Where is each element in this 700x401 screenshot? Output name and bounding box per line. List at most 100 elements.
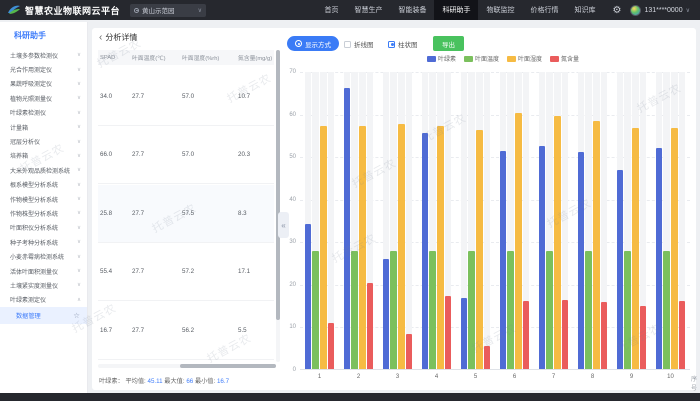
bar-叶绿素-9[interactable] bbox=[617, 170, 623, 369]
nav-item-智慧生产[interactable]: 智慧生产 bbox=[346, 0, 390, 20]
nav-item-首页[interactable]: 首页 bbox=[316, 0, 346, 20]
sidebar-item-植物光照测量仪[interactable]: 植物光照测量仪∨ bbox=[0, 91, 87, 105]
bar-叶面湿度-7[interactable] bbox=[554, 116, 560, 369]
y-tick-label: 40 bbox=[282, 197, 296, 203]
bar-叶面温度-4[interactable] bbox=[429, 251, 435, 369]
user-menu[interactable]: 131****0000 ∨ bbox=[630, 5, 700, 16]
bar-叶面湿度-10[interactable] bbox=[671, 128, 677, 369]
checkbox-unchecked-icon[interactable] bbox=[344, 41, 351, 48]
bar-叶面湿度-3[interactable] bbox=[398, 124, 404, 369]
bar-氮含量-2[interactable] bbox=[367, 283, 373, 369]
legend-item-氮含量[interactable]: 氮含量 bbox=[550, 54, 579, 63]
column-header: SPAD bbox=[98, 55, 130, 61]
bar-叶面湿度-5[interactable] bbox=[476, 130, 482, 369]
bar-叶面湿度-8[interactable] bbox=[593, 121, 599, 369]
nav-item-科研助手[interactable]: 科研助手 bbox=[434, 0, 478, 20]
sidebar-item-根系模型分析系统[interactable]: 根系模型分析系统∨ bbox=[0, 178, 87, 192]
collapse-panel-button[interactable]: « bbox=[278, 212, 289, 238]
table-row[interactable]: 16.727.756.25.5 bbox=[98, 302, 274, 360]
legend-item-叶面湿度[interactable]: 叶面湿度 bbox=[507, 54, 542, 63]
bar-叶面温度-9[interactable] bbox=[624, 251, 630, 369]
bar-叶绿素-5[interactable] bbox=[461, 298, 467, 369]
radio-checked-icon[interactable] bbox=[388, 41, 395, 48]
sidebar-item-叶绿素测定仪[interactable]: 叶绿素测定仪∧ bbox=[0, 293, 87, 307]
sidebar-item-冠层分析仪[interactable]: 冠层分析仪∨ bbox=[0, 134, 87, 148]
bar-氮含量-4[interactable] bbox=[445, 296, 451, 369]
bar-background bbox=[484, 72, 490, 369]
table-row[interactable]: 66.027.757.020.3 bbox=[98, 126, 274, 184]
bar-叶面温度-10[interactable] bbox=[663, 251, 669, 369]
bar-氮含量-3[interactable] bbox=[406, 334, 412, 369]
table-row[interactable]: 25.827.757.58.3 bbox=[98, 185, 274, 243]
bar-叶绿素-7[interactable] bbox=[539, 146, 545, 369]
nav-item-物联监控[interactable]: 物联监控 bbox=[478, 0, 522, 20]
bar-氮含量-5[interactable] bbox=[484, 346, 490, 369]
vertical-scrollbar[interactable] bbox=[276, 50, 280, 362]
chevron-down-icon: ∨ bbox=[686, 7, 690, 14]
bar-叶绿素-8[interactable] bbox=[578, 152, 584, 369]
sidebar-item-计量箱[interactable]: 计量箱∨ bbox=[0, 120, 87, 134]
table-row[interactable]: 55.427.757.217.1 bbox=[98, 243, 274, 301]
sidebar-item-叶面积仪分析系统[interactable]: 叶面积仪分析系统∨ bbox=[0, 221, 87, 235]
bar-氮含量-1[interactable] bbox=[328, 323, 334, 369]
bar-叶面温度-5[interactable] bbox=[468, 251, 474, 369]
bar-氮含量-9[interactable] bbox=[640, 306, 646, 369]
nav-item-价格行情[interactable]: 价格行情 bbox=[522, 0, 566, 20]
bar-叶面湿度-2[interactable] bbox=[359, 126, 365, 369]
sidebar-item-作物模型分析系统[interactable]: 作物模型分析系统∨ bbox=[0, 192, 87, 206]
bar-叶面湿度-1[interactable] bbox=[320, 126, 326, 369]
bar-叶面温度-3[interactable] bbox=[390, 251, 396, 369]
bar-氮含量-8[interactable] bbox=[601, 302, 607, 369]
bar-叶绿素-6[interactable] bbox=[500, 151, 506, 369]
bar-氮含量-7[interactable] bbox=[562, 300, 568, 369]
legend-item-叶绿素[interactable]: 叶绿素 bbox=[427, 54, 456, 63]
bar-氮含量-6[interactable] bbox=[523, 301, 529, 369]
site-selector-dropdown[interactable]: 黄山示范园 ∨ bbox=[130, 4, 206, 17]
sidebar-subitem-数据管理[interactable]: 数据管理☆ bbox=[0, 307, 87, 324]
star-icon[interactable]: ☆ bbox=[73, 311, 80, 320]
bar-叶绿素-1[interactable] bbox=[305, 224, 311, 369]
bar-chart-option[interactable]: 柱状图 bbox=[388, 39, 418, 49]
legend-swatch bbox=[427, 56, 436, 62]
table-cell: 25.8 bbox=[98, 210, 130, 217]
back-icon[interactable]: ‹ bbox=[99, 34, 102, 42]
vertical-scrollbar-thumb[interactable] bbox=[276, 50, 280, 320]
bar-叶面温度-8[interactable] bbox=[585, 251, 591, 369]
bar-叶面温度-6[interactable] bbox=[507, 251, 513, 369]
bar-叶面湿度-6[interactable] bbox=[515, 113, 521, 369]
bar-叶面湿度-4[interactable] bbox=[437, 126, 443, 370]
bar-叶面温度-2[interactable] bbox=[351, 251, 357, 369]
table-row[interactable]: 34.027.757.010.7 bbox=[98, 68, 274, 126]
export-button[interactable]: 导出 bbox=[433, 36, 464, 51]
bar-叶面温度-1[interactable] bbox=[312, 251, 318, 369]
display-mode-button[interactable]: 显示方式 bbox=[287, 36, 339, 51]
sidebar-item-活体叶面积测量仪[interactable]: 活体叶面积测量仪∨ bbox=[0, 264, 87, 278]
sidebar-item-果蔬呼吸测定仪[interactable]: 果蔬呼吸测定仪∨ bbox=[0, 77, 87, 91]
sidebar-item-大米外观品质检测系统[interactable]: 大米外观品质检测系统∨ bbox=[0, 163, 87, 177]
nav-item-知识库[interactable]: 知识库 bbox=[566, 0, 603, 20]
sidebar-item-光合作用测定仪[interactable]: 光合作用测定仪∨ bbox=[0, 62, 87, 76]
horizontal-scrollbar[interactable] bbox=[98, 364, 276, 368]
bar-叶绿素-10[interactable] bbox=[656, 148, 662, 369]
chevron-down-icon: ∨ bbox=[77, 225, 81, 231]
legend-item-叶面温度[interactable]: 叶面温度 bbox=[464, 54, 499, 63]
table-cell: 27.7 bbox=[130, 327, 180, 334]
sidebar-item-叶绿素检测仪[interactable]: 叶绿素检测仪∨ bbox=[0, 106, 87, 120]
bar-氮含量-10[interactable] bbox=[679, 301, 685, 369]
line-chart-option[interactable]: 折线图 bbox=[344, 39, 374, 49]
bar-叶绿素-3[interactable] bbox=[383, 259, 389, 369]
sidebar-item-土壤多参数检测仪[interactable]: 土壤多参数检测仪∨ bbox=[0, 48, 87, 62]
sidebar-item-种子考种分析系统[interactable]: 种子考种分析系统∨ bbox=[0, 235, 87, 249]
bar-叶绿素-4[interactable] bbox=[422, 133, 428, 369]
bar-叶面湿度-9[interactable] bbox=[632, 128, 638, 369]
horizontal-scrollbar-thumb[interactable] bbox=[180, 364, 276, 368]
sidebar-item-土壤紧实度测量仪[interactable]: 土壤紧实度测量仪∨ bbox=[0, 278, 87, 292]
sidebar-item-培养箱[interactable]: 培养箱∨ bbox=[0, 149, 87, 163]
nav-item-智能装备[interactable]: 智能装备 bbox=[390, 0, 434, 20]
sidebar-item-作物株型分析系统[interactable]: 作物株型分析系统∨ bbox=[0, 206, 87, 220]
settings-gear-icon[interactable]: ⚙ bbox=[603, 5, 630, 16]
bar-叶面温度-7[interactable] bbox=[546, 251, 552, 369]
table-cell: 16.7 bbox=[98, 327, 130, 334]
sidebar-item-小麦赤霉病检测系统[interactable]: 小麦赤霉病检测系统∨ bbox=[0, 249, 87, 263]
bar-叶绿素-2[interactable] bbox=[344, 88, 350, 369]
